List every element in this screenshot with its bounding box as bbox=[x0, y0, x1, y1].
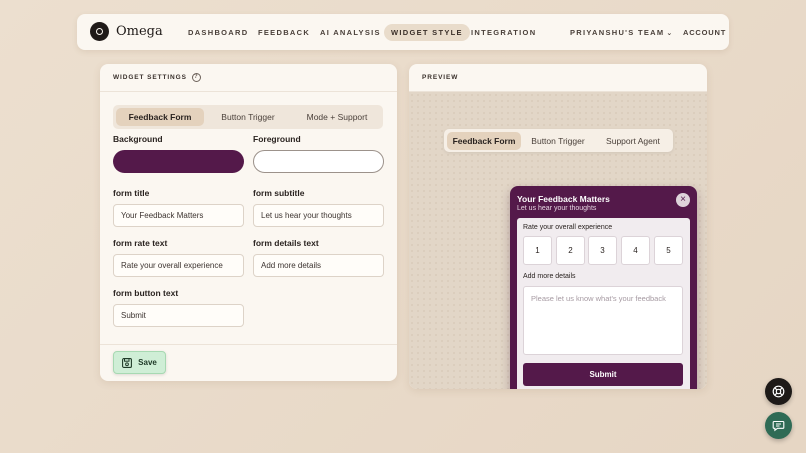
widget-submit-button[interactable]: Submit bbox=[523, 363, 683, 386]
close-icon[interactable]: × bbox=[676, 193, 690, 207]
nav-feedback[interactable]: FEEDBACK bbox=[258, 24, 310, 41]
nav-account[interactable]: ACCOUNT bbox=[683, 24, 726, 41]
help-circle-icon[interactable]: ? bbox=[191, 73, 201, 82]
top-nav: Omega DASHBOARD FEEDBACK AI ANALYSIS WID… bbox=[77, 14, 729, 50]
preview-tab-support-agent[interactable]: Support Agent bbox=[596, 132, 670, 150]
team-selector[interactable]: PRIYANSHU'S TEAM ⌄ bbox=[570, 24, 674, 41]
tab-feedback-form[interactable]: Feedback Form bbox=[116, 108, 204, 126]
nav-widget-style[interactable]: WIDGET STYLE bbox=[384, 24, 470, 41]
save-label: Save bbox=[138, 358, 157, 367]
brand-logo[interactable]: Omega bbox=[90, 22, 163, 41]
nav-dashboard[interactable]: DASHBOARD bbox=[188, 24, 248, 41]
form-title-input[interactable]: Your Feedback Matters bbox=[113, 204, 244, 227]
tab-button-trigger[interactable]: Button Trigger bbox=[205, 108, 291, 126]
form-rate-input[interactable]: Rate your overall experience bbox=[113, 254, 244, 277]
brand-name: Omega bbox=[116, 24, 163, 39]
tab-mode-support[interactable]: Mode + Support bbox=[293, 108, 381, 126]
feedback-widget: Your Feedback Matters Let us hear your t… bbox=[510, 186, 697, 389]
omega-logo-icon bbox=[90, 22, 109, 41]
preview-tab-button-trigger[interactable]: Button Trigger bbox=[523, 132, 593, 150]
support-fab[interactable] bbox=[765, 378, 792, 405]
settings-title: WIDGET SETTINGS bbox=[113, 74, 187, 81]
widget-rate-text: Rate your overall experience bbox=[523, 224, 613, 231]
lifebuoy-icon bbox=[772, 385, 785, 398]
rating-button-4[interactable]: 4 bbox=[621, 236, 650, 265]
preview-title: PREVIEW bbox=[422, 74, 459, 81]
widget-feedback-textarea[interactable]: Please let us know what's your feedback bbox=[523, 286, 683, 355]
widget-title: Your Feedback Matters bbox=[517, 194, 610, 204]
team-name: PRIYANSHU'S TEAM bbox=[570, 28, 665, 37]
nav-ai-analysis[interactable]: AI ANALYSIS bbox=[320, 24, 381, 41]
preview-panel: PREVIEW Feedback Form Button Trigger Sup… bbox=[409, 64, 707, 389]
form-button-label: form button text bbox=[113, 288, 179, 298]
nav-integration[interactable]: INTEGRATION bbox=[471, 24, 536, 41]
settings-footer-divider bbox=[100, 344, 397, 345]
form-rate-label: form rate text bbox=[113, 238, 168, 248]
background-color-picker[interactable] bbox=[113, 150, 244, 173]
rating-button-1[interactable]: 1 bbox=[523, 236, 552, 265]
save-button[interactable]: Save bbox=[113, 351, 166, 374]
background-label: Background bbox=[113, 134, 163, 144]
widget-body: Rate your overall experience 1 2 3 4 5 A… bbox=[517, 218, 690, 389]
preview-tabs: Feedback Form Button Trigger Support Age… bbox=[444, 129, 673, 152]
form-subtitle-input[interactable]: Let us hear your thoughts bbox=[253, 204, 384, 227]
form-details-label: form details text bbox=[253, 238, 319, 248]
preview-header: PREVIEW bbox=[409, 64, 707, 92]
settings-tabs: Feedback Form Button Trigger Mode + Supp… bbox=[113, 105, 383, 129]
widget-subtitle: Let us hear your thoughts bbox=[517, 205, 597, 212]
form-button-input[interactable]: Submit bbox=[113, 304, 244, 327]
foreground-label: Foreground bbox=[253, 134, 301, 144]
chat-bubble-icon bbox=[772, 420, 785, 432]
preview-tab-feedback-form[interactable]: Feedback Form bbox=[447, 132, 521, 150]
preview-canvas: Feedback Form Button Trigger Support Age… bbox=[409, 92, 707, 389]
rating-button-5[interactable]: 5 bbox=[654, 236, 683, 265]
foreground-color-picker[interactable] bbox=[253, 150, 384, 173]
floppy-disk-icon bbox=[122, 357, 133, 368]
form-details-input[interactable]: Add more details bbox=[253, 254, 384, 277]
chevron-down-icon: ⌄ bbox=[666, 30, 674, 37]
rating-button-2[interactable]: 2 bbox=[556, 236, 585, 265]
form-title-label: form title bbox=[113, 188, 150, 198]
rating-button-3[interactable]: 3 bbox=[588, 236, 617, 265]
widget-settings-panel: WIDGET SETTINGS ? Feedback Form Button T… bbox=[100, 64, 397, 381]
form-subtitle-label: form subtitle bbox=[253, 188, 305, 198]
settings-header: WIDGET SETTINGS ? bbox=[100, 64, 397, 92]
widget-details-text: Add more details bbox=[523, 273, 576, 280]
chat-fab[interactable] bbox=[765, 412, 792, 439]
